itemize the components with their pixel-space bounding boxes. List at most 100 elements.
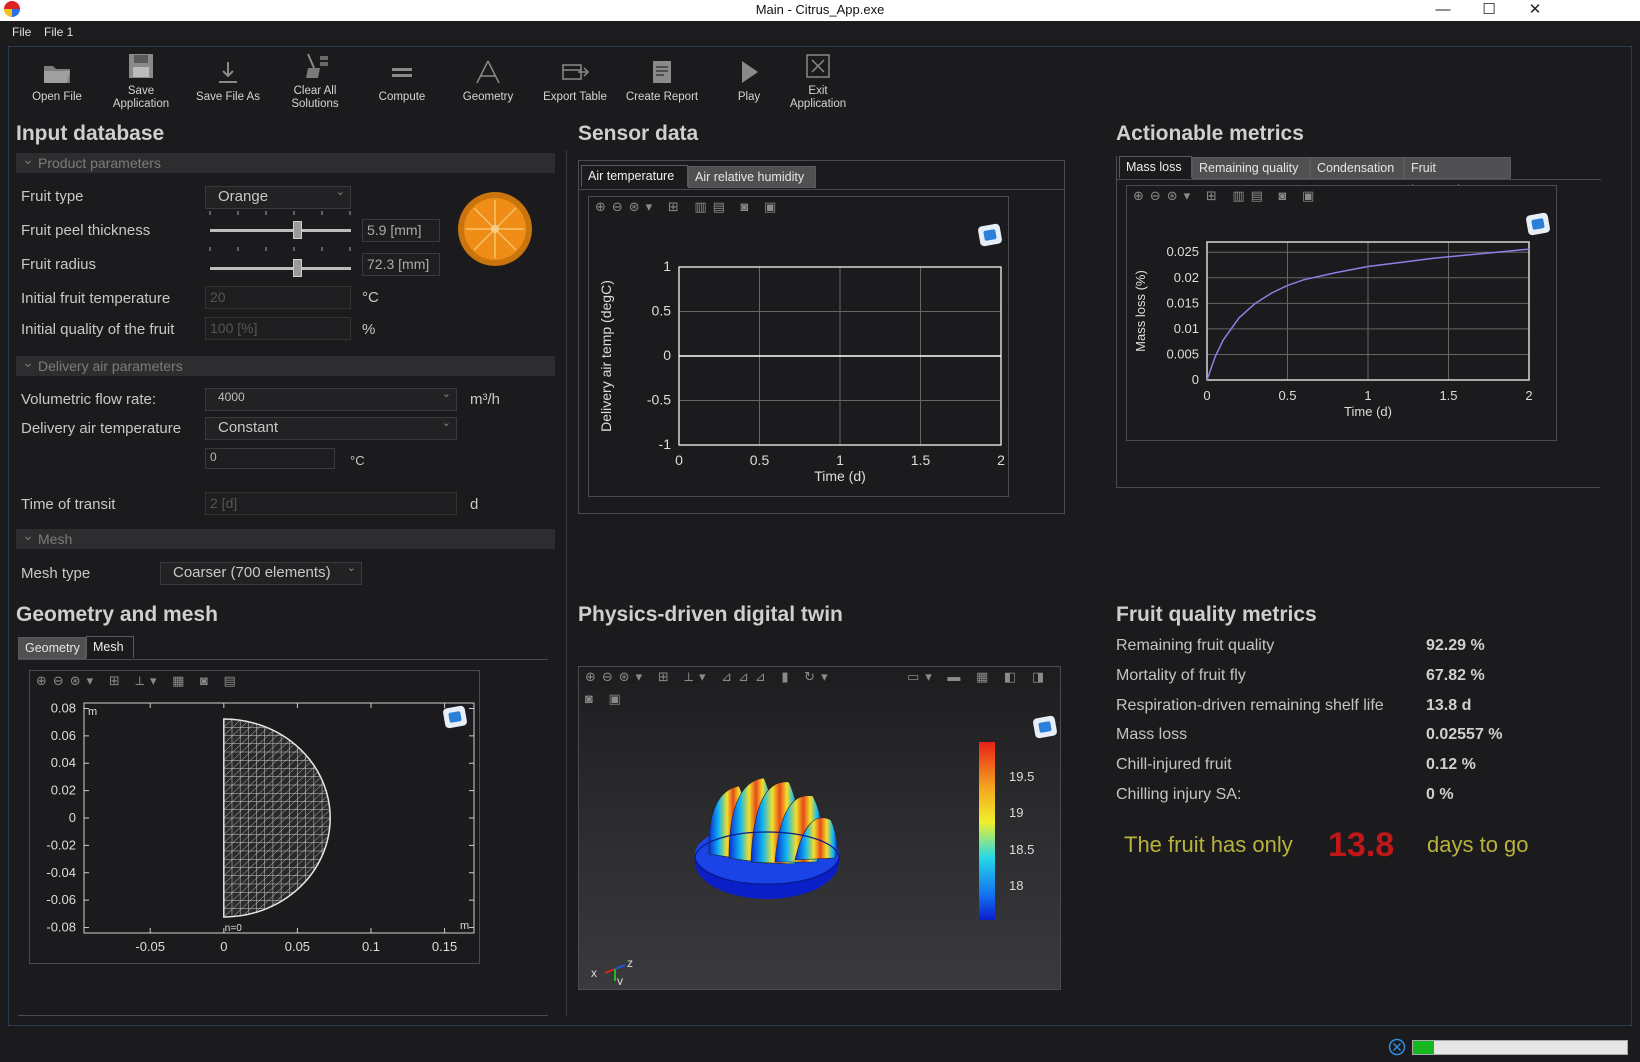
tab-mesh[interactable]: Mesh: [86, 636, 134, 658]
mesh-edge: [223, 908, 331, 917]
toolbar-label: Exit Application: [789, 85, 847, 110]
y-tick-label: 0: [69, 810, 76, 825]
x-axis-label: Time (d): [814, 468, 866, 484]
metric-value: 0.02557 %: [1426, 726, 1503, 743]
product-parameters-header[interactable]: Product parameters: [16, 149, 555, 173]
tab-fruit-temperature[interactable]: Fruit temperature: [1404, 157, 1511, 196]
air-temperature-chart[interactable]: 0 0.5 1 1.5 2 1 0.5 0 -0.5 -1 Time (d) Delivery air…: [589, 227, 1009, 497]
mesh-edge: [224, 695, 330, 703]
exit-application-button[interactable]: Exit Application: [778, 46, 858, 111]
menu-file-1[interactable]: File 1: [44, 25, 73, 39]
fruit-3d-model: [694, 777, 840, 899]
mesh-type-select[interactable]: Coarser (700 elements): [160, 561, 362, 585]
actionable-metrics-title: Actionable metrics: [1116, 122, 1304, 145]
input-database-title: Input database: [16, 122, 165, 145]
transit-time-input[interactable]: 2 [d]: [205, 492, 457, 515]
tab-air-temperature[interactable]: Air temperature: [581, 165, 688, 187]
view-toolbar[interactable]: ▭▾ ▬ ▦ ◧ ◨: [907, 669, 1050, 685]
window-title: Main - Citrus_App.exe: [755, 2, 885, 17]
initial-temperature-input[interactable]: 20: [205, 286, 351, 309]
x-tick-label: 0.1: [362, 939, 380, 954]
x-tick-label: 1: [1364, 388, 1371, 403]
plot-toolbar[interactable]: ⊕⊖⊛▾ ⊞ ⟂▾ ⊿⊿⊿ ▮ ↻▾: [585, 669, 834, 685]
menu-file[interactable]: File: [12, 25, 31, 39]
divider: [18, 659, 548, 660]
x-tick-label: 1.5: [911, 452, 931, 468]
peel-thickness-input[interactable]: 5.9 [mm]: [362, 219, 440, 242]
fruit-type-select[interactable]: Orange: [205, 185, 351, 209]
actionable-panel: Mass loss Remaining quality Condensation…: [1116, 156, 1601, 488]
x-tick-label: 0: [220, 939, 227, 954]
toolbar-label: Compute: [378, 91, 426, 103]
mass-loss-chart[interactable]: 0 0.5 1 1.5 2 0.025 0.02 0.015 0.01 0.005 0 Time (d…: [1127, 236, 1557, 436]
toolbar-label: Play: [737, 91, 761, 103]
comsol-logo-icon: [1525, 212, 1551, 236]
close-button[interactable]: ✕: [1512, 0, 1558, 21]
progress-bar: [1412, 1040, 1628, 1055]
colorbar-tick: 18: [1009, 878, 1024, 893]
plot-toolbar[interactable]: ⊕⊖⊛▾ ⊞ ▥▤ ◙ ▣: [1133, 188, 1320, 204]
mesh-edge: [223, 719, 331, 720]
tab-geometry[interactable]: Geometry: [18, 637, 86, 659]
toolbar-label: Open File: [32, 91, 82, 103]
colorbar-tick: 19.5: [1009, 769, 1035, 784]
delivery-air-temperature-select[interactable]: Constant: [205, 416, 457, 440]
days-suffix-text: days to go: [1427, 832, 1529, 857]
x-axis-label: Time (d): [1344, 404, 1392, 419]
initial-quality-input[interactable]: 100 [%]: [205, 317, 351, 340]
x-tick-label: 0.5: [1278, 388, 1296, 403]
camera-print-icons[interactable]: ◙ ▣: [585, 691, 627, 707]
save-application-button[interactable]: Save Application: [101, 46, 181, 111]
report-icon: [653, 61, 671, 83]
play-button[interactable]: Play: [709, 52, 789, 104]
create-report-button[interactable]: Create Report: [622, 52, 702, 104]
clear-all-solutions-button[interactable]: Clear All Solutions: [275, 46, 355, 111]
cancel-icon[interactable]: [1388, 1038, 1406, 1056]
plot-toolbar[interactable]: ⊕⊖⊛▾ ⊞ ⟂▾ ▦ ◙ ▤: [36, 673, 242, 689]
open-file-button[interactable]: Open File: [17, 52, 97, 104]
axis-triad-icon: x y z: [591, 956, 633, 985]
x-tick-label: 2: [1525, 388, 1532, 403]
metric-label: Mass loss: [1116, 726, 1188, 743]
fruit-radius-input[interactable]: 72.3 [mm]: [362, 253, 440, 276]
y-tick-label: 0.04: [51, 755, 76, 770]
save-file-as-button[interactable]: Save File As: [188, 52, 268, 104]
y-tick-label: 0.015: [1166, 295, 1199, 310]
geometry-mesh-title: Geometry and mesh: [16, 603, 218, 626]
plot-toolbar[interactable]: ⊕⊖⊛▾ ⊞ ▥▤ ◙ ▣: [595, 199, 782, 215]
tab-mass-loss[interactable]: Mass loss: [1119, 156, 1192, 178]
y-tick-label: -0.06: [46, 892, 76, 907]
tab-condensation[interactable]: Condensation: [1310, 157, 1404, 179]
export-table-button[interactable]: Export Table: [535, 52, 615, 104]
flow-rate-select[interactable]: 4000: [205, 387, 457, 411]
maximize-button[interactable]: ☐: [1466, 0, 1512, 21]
folder-icon: [44, 66, 70, 83]
exit-icon: [806, 54, 830, 78]
y-tick-label: 0: [1192, 372, 1199, 387]
delivery-air-temperature-input[interactable]: 0: [205, 448, 335, 469]
play-icon: [742, 61, 758, 83]
compute-button[interactable]: Compute: [362, 52, 442, 104]
y-tick-label: 0.06: [51, 728, 76, 743]
delivery-air-header[interactable]: Delivery air parameters: [16, 352, 555, 376]
axis-y-label: y: [617, 974, 623, 985]
transit-time-label: Time of transit: [21, 496, 116, 513]
digital-twin-view[interactable]: ⊕⊖⊛▾ ⊞ ⟂▾ ⊿⊿⊿ ▮ ↻▾ ▭▾ ▬ ▦ ◧ ◨ ◙ ▣ 19.5 1…: [578, 666, 1061, 990]
mesh-plot[interactable]: 0.08 0.06 0.04 0.02 0 -0.02 -0.04 -0.06 -0.08 -0.…: [30, 695, 480, 963]
days-prefix-text: The fruit has only: [1124, 832, 1293, 857]
minimize-button[interactable]: —: [1420, 0, 1466, 21]
toolbar-label: Clear All Solutions: [291, 85, 339, 110]
fruit-quality-title: Fruit quality metrics: [1116, 603, 1317, 626]
tab-remaining-quality[interactable]: Remaining quality: [1192, 157, 1310, 179]
metric-label: Respiration-driven remaining shelf life: [1116, 697, 1384, 714]
mesh-header[interactable]: Mesh: [16, 525, 555, 549]
x-unit-label: m: [460, 920, 469, 932]
metric-value: 0 %: [1426, 786, 1454, 803]
slider-thumb[interactable]: [293, 259, 303, 277]
orange-image: [458, 192, 532, 266]
toolbar-label: Create Report: [625, 91, 699, 103]
compute-icon: [392, 68, 412, 77]
geometry-button[interactable]: Geometry: [448, 52, 528, 104]
divider: [18, 1015, 548, 1016]
tab-air-relative-humidity[interactable]: Air relative humidity: [688, 166, 816, 188]
